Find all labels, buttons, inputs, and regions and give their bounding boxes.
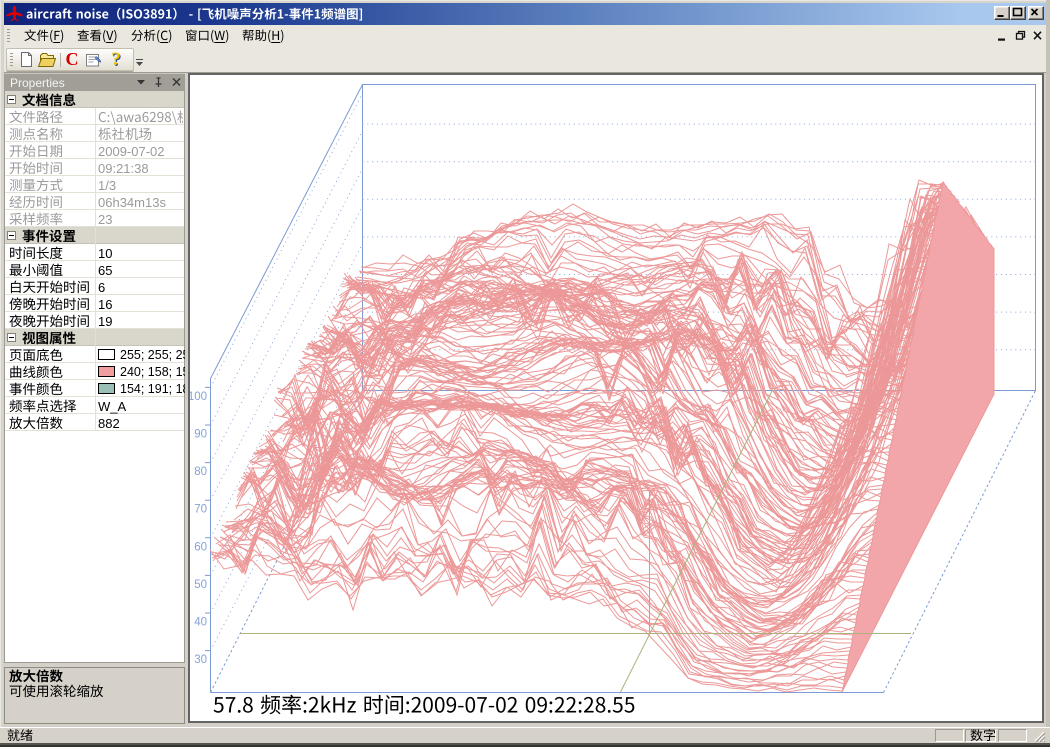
svg-text:40: 40 xyxy=(194,617,207,629)
svg-text:30: 30 xyxy=(194,654,207,666)
svg-text:80: 80 xyxy=(194,466,207,478)
svg-text:50: 50 xyxy=(194,579,207,591)
svg-text:60: 60 xyxy=(194,541,207,553)
svg-text:70: 70 xyxy=(194,504,207,516)
svg-text:100: 100 xyxy=(190,391,207,403)
svg-text:90: 90 xyxy=(194,429,207,441)
